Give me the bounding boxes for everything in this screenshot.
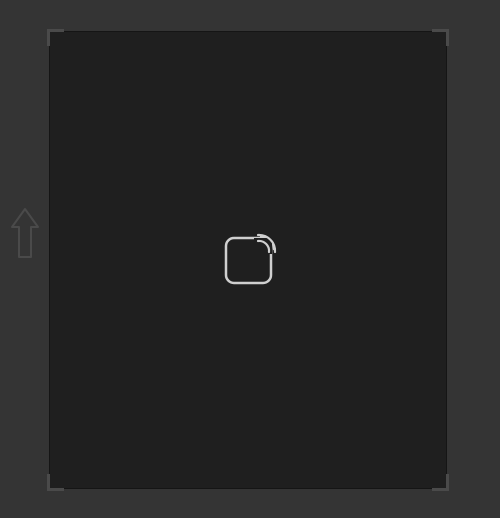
corner-handle-top-left xyxy=(47,29,64,46)
corner-handle-bottom-left xyxy=(47,474,64,491)
corner-handle-top-right xyxy=(432,29,449,46)
cast-screen-icon[interactable] xyxy=(224,232,278,286)
up-arrow-icon[interactable] xyxy=(10,207,40,261)
viewer-stage xyxy=(0,0,500,518)
corner-handle-bottom-right xyxy=(432,474,449,491)
